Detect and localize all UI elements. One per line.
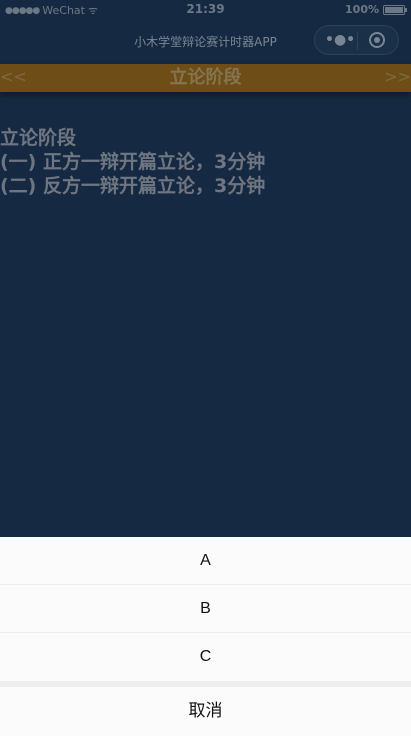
battery-percent: 100%	[345, 3, 379, 16]
action-sheet: A B C 取消	[0, 537, 411, 736]
stage-heading: 立论阶段	[0, 127, 77, 149]
stage-description: 立论阶段 (一) 正方一辩开篇立论，3分钟 (二) 反方一辩开篇立论，3分钟	[0, 126, 265, 198]
capsule-divider	[357, 32, 358, 50]
action-option-b[interactable]: B	[0, 585, 411, 633]
navigation-bar: 小木学堂辩论赛计时器APP •●•	[0, 20, 411, 64]
status-right: 100%	[345, 3, 407, 16]
status-bar: ●●●●● WeChat ᯤ 21:39 100%	[0, 0, 411, 20]
close-icon[interactable]	[369, 32, 385, 48]
cancel-button[interactable]: 取消	[0, 687, 411, 736]
next-stage-button[interactable]: >>	[384, 67, 411, 87]
stage-line: (一) 正方一辩开篇立论，3分钟	[0, 151, 266, 173]
more-icon[interactable]: •●•	[325, 32, 355, 48]
stage-header: << 立论阶段 >>	[0, 64, 411, 92]
menu-capsule: •●•	[314, 25, 399, 55]
stage-line: (二) 反方一辩开篇立论，3分钟	[0, 175, 266, 197]
battery-icon	[383, 4, 407, 15]
stage-title: 立论阶段	[169, 67, 242, 88]
action-option-c[interactable]: C	[0, 633, 411, 681]
action-option-a[interactable]: A	[0, 537, 411, 585]
